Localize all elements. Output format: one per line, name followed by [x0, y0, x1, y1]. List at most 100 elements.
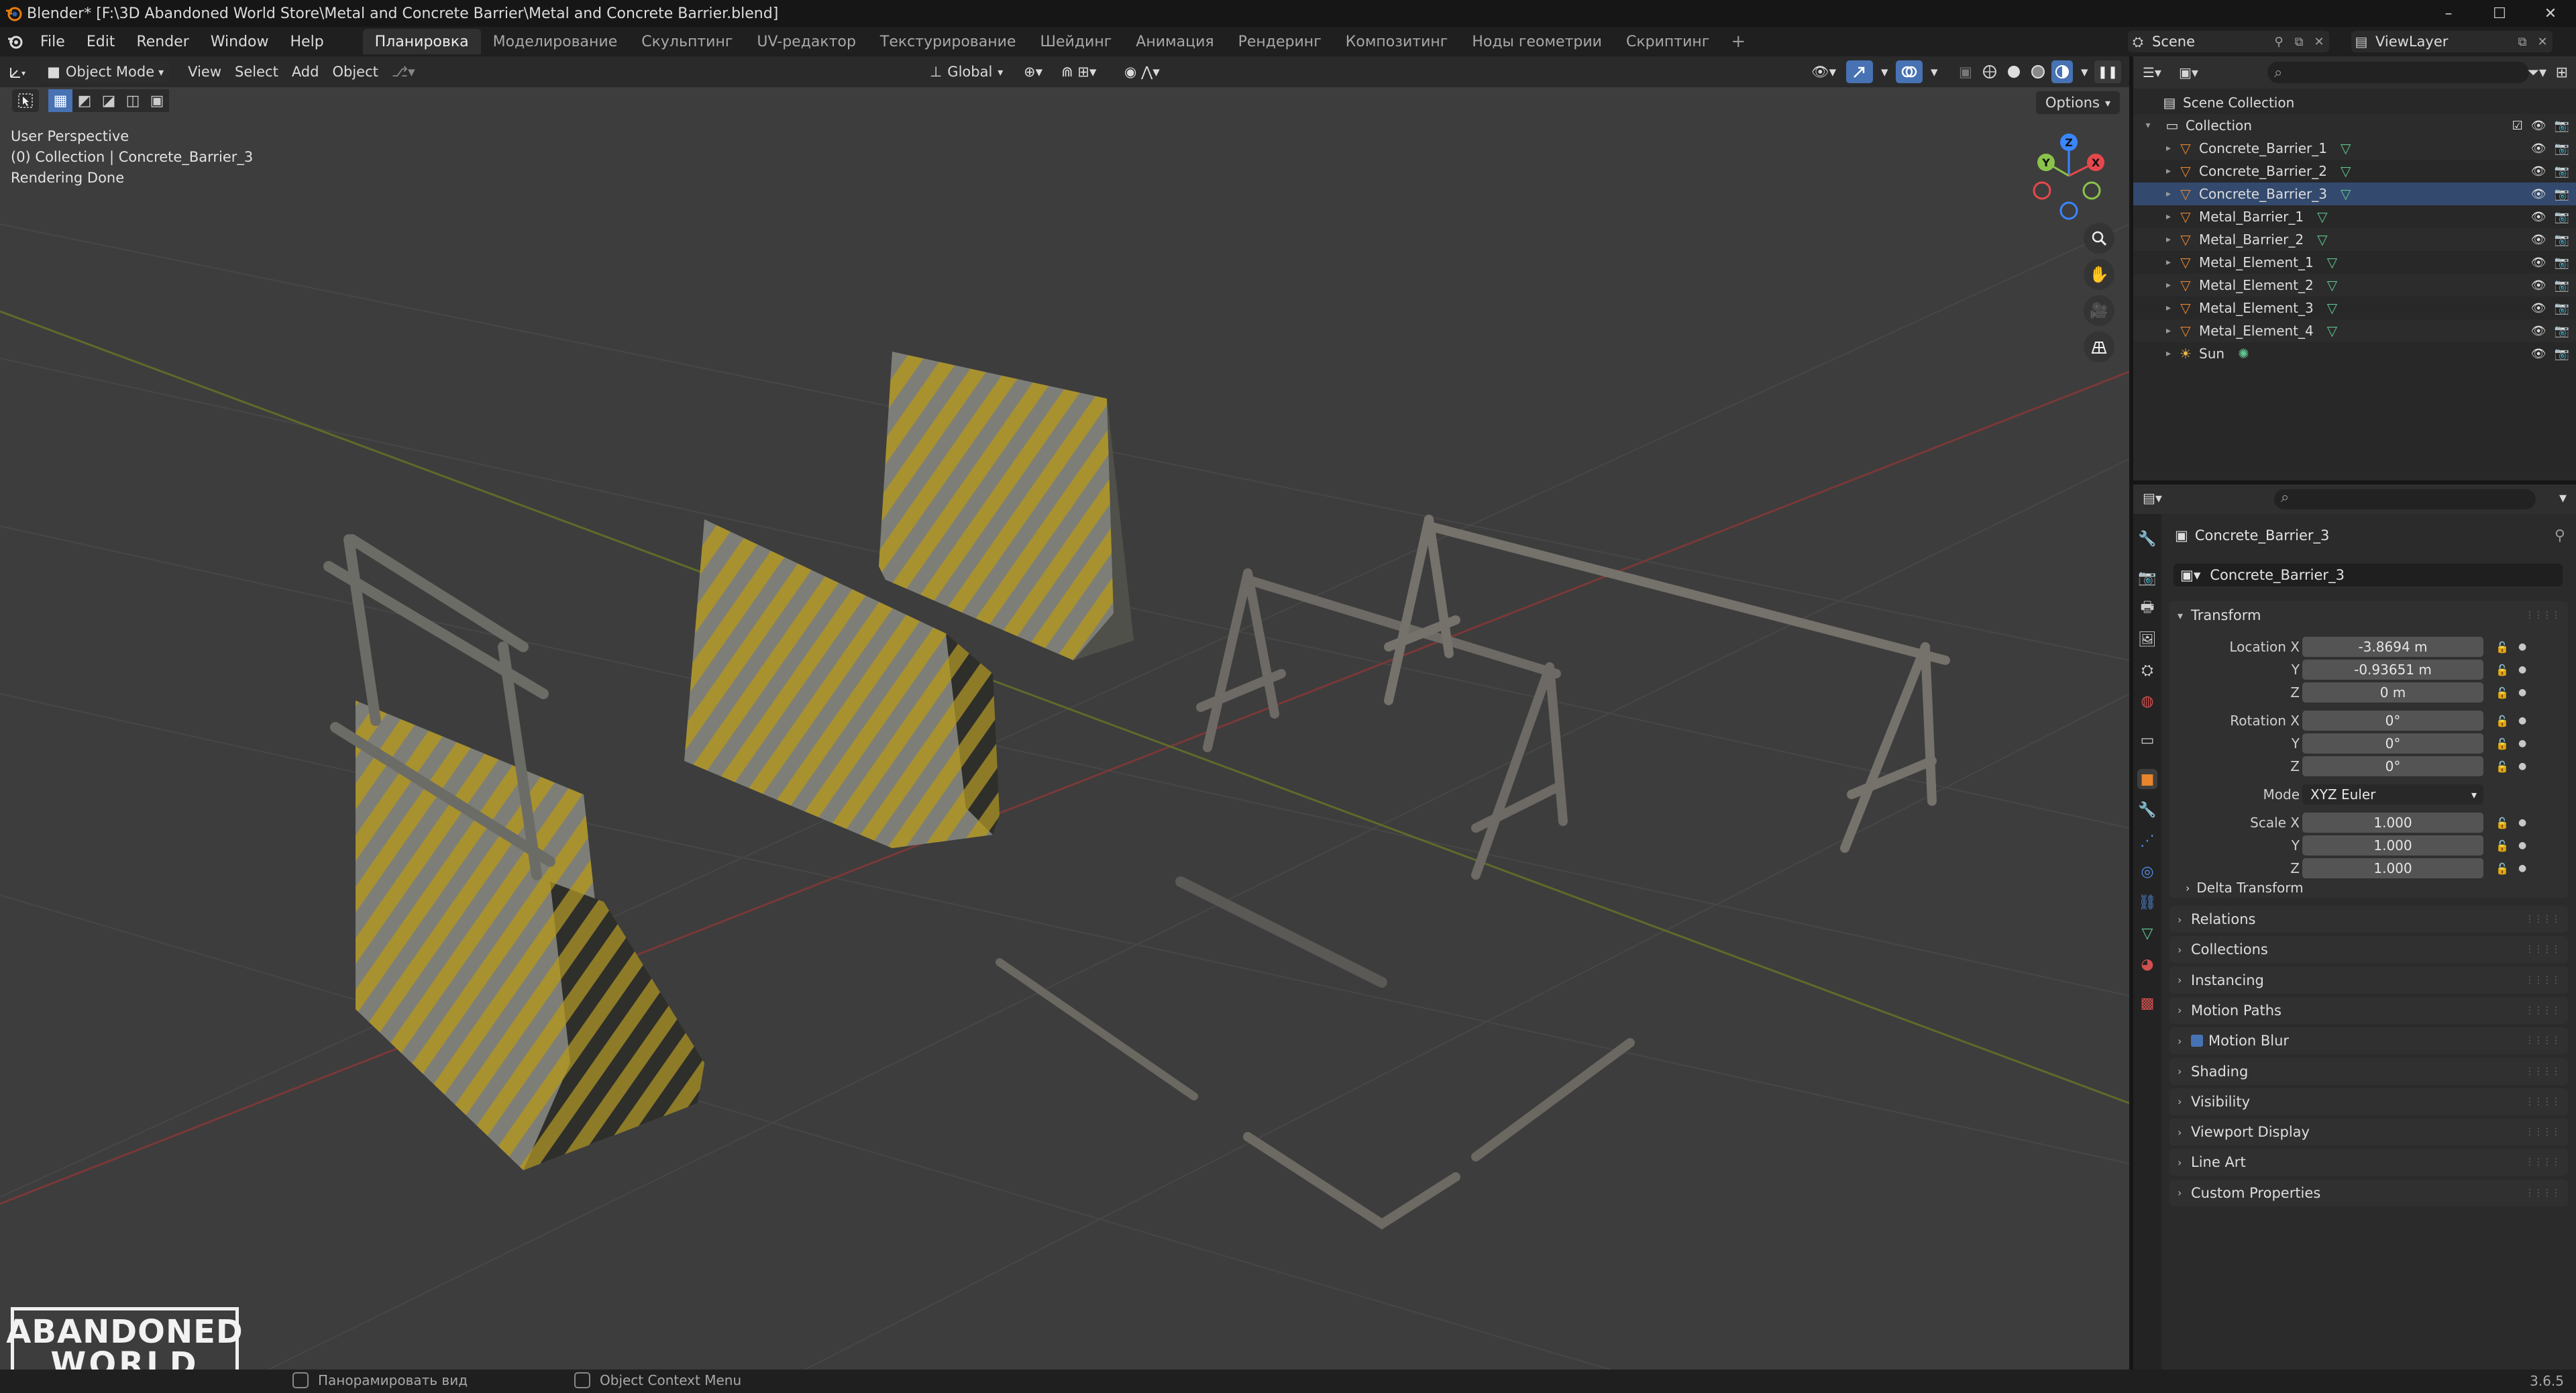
- close-button[interactable]: ✕: [2525, 0, 2576, 27]
- camera-icon[interactable]: 📷: [2555, 210, 2569, 224]
- eye-icon[interactable]: 👁: [2531, 187, 2546, 201]
- keyframe-dot-icon[interactable]: ●: [2518, 863, 2526, 874]
- eye-icon[interactable]: 👁: [2531, 233, 2546, 247]
- new-view-layer-icon[interactable]: ⧉: [2512, 35, 2532, 49]
- view-layer-selector[interactable]: ▤ ViewLayer ⧉ ✕: [2351, 31, 2553, 52]
- lock-icon[interactable]: 🔓: [2496, 641, 2509, 654]
- visibility-icon[interactable]: 👁▾: [1805, 60, 1843, 83]
- camera-icon[interactable]: 📷: [2555, 301, 2569, 315]
- particles-tab-icon[interactable]: ⋰: [2137, 831, 2157, 851]
- location-x-field[interactable]: -3.8694 m: [2302, 637, 2483, 657]
- chevron-right-icon[interactable]: ▸: [2133, 325, 2176, 336]
- material-tab-icon[interactable]: ◕: [2137, 954, 2157, 974]
- keyframe-dot-icon[interactable]: ●: [2518, 817, 2526, 828]
- outliner-row[interactable]: ▸ ▽ Metal_Element_1 ▽ 👁 📷: [2133, 251, 2576, 274]
- mesh-data-icon[interactable]: ▽: [2341, 186, 2351, 202]
- lock-icon[interactable]: 🔓: [2496, 664, 2509, 676]
- outliner-search-input[interactable]: ⌕: [2267, 62, 2529, 83]
- camera-icon[interactable]: 📷: [2555, 347, 2569, 361]
- mesh-data-icon[interactable]: ▽: [2341, 140, 2351, 156]
- pin-icon[interactable]: ⚲: [2555, 527, 2565, 544]
- outliner-row[interactable]: ▸ ▽ Metal_Barrier_2 ▽ 👁 📷: [2133, 228, 2576, 251]
- camera-view-icon[interactable]: 🎥: [2084, 295, 2114, 326]
- modifier-tab-icon[interactable]: 🔧: [2137, 800, 2157, 820]
- eye-icon[interactable]: 👁: [2531, 347, 2546, 361]
- rendered-shading-icon[interactable]: [2051, 60, 2073, 83]
- panel-header[interactable]: › Line Art ⋮⋮⋮⋮: [2169, 1149, 2568, 1176]
- chevron-right-icon[interactable]: ▸: [2133, 143, 2176, 154]
- chevron-right-icon[interactable]: ▸: [2133, 280, 2176, 291]
- collapsed-panel[interactable]: › Shading ⋮⋮⋮⋮: [2169, 1057, 2568, 1085]
- object-name-field[interactable]: ▣▾ Concrete_Barrier_3: [2174, 564, 2563, 586]
- chevron-down-icon[interactable]: ▾: [2559, 490, 2567, 507]
- lock-icon[interactable]: 🔓: [2496, 715, 2509, 727]
- mesh-data-icon[interactable]: ▽: [2317, 231, 2327, 248]
- drag-handle-icon[interactable]: ⋮⋮⋮⋮: [2525, 1127, 2561, 1137]
- chevron-right-icon[interactable]: ▸: [2133, 234, 2176, 245]
- outliner-item-label[interactable]: Sun: [2199, 346, 2224, 362]
- panel-header[interactable]: › Shading ⋮⋮⋮⋮: [2169, 1058, 2568, 1085]
- perspective-toggle-icon[interactable]: [2084, 331, 2114, 362]
- eye-icon[interactable]: 👁: [2531, 256, 2546, 270]
- transform-orientation-dropdown[interactable]: ⊥ Global ▾: [923, 60, 1010, 83]
- motion-blur-checkbox[interactable]: [2191, 1035, 2203, 1047]
- view-layer-name[interactable]: ViewLayer: [2371, 34, 2512, 50]
- drag-handle-icon[interactable]: ⋮⋮⋮⋮: [2525, 1096, 2561, 1107]
- menu-file[interactable]: File: [30, 27, 76, 56]
- keyframe-dot-icon[interactable]: ●: [2518, 738, 2526, 749]
- tab-texture-paint[interactable]: Текстурирование: [868, 29, 1028, 54]
- outliner-row[interactable]: ▸ ▽ Concrete_Barrier_1 ▽ 👁 📷: [2133, 137, 2576, 160]
- 3d-viewport[interactable]: ▾ ■ Object Mode ▾ View Select Add Object…: [0, 56, 2129, 1370]
- material-shading-icon[interactable]: [2027, 60, 2049, 83]
- menu-add[interactable]: Add: [285, 60, 326, 83]
- tab-modeling[interactable]: Моделирование: [481, 29, 630, 54]
- chevron-down-icon[interactable]: ▾: [2133, 120, 2163, 131]
- constraints-tab-icon[interactable]: ⛓: [2137, 892, 2157, 913]
- outliner-row[interactable]: ▸ ▽ Metal_Element_4 ▽ 👁 📷: [2133, 319, 2576, 342]
- pivot-point-icon[interactable]: ⊕▾: [1017, 60, 1049, 83]
- remove-view-layer-icon[interactable]: ✕: [2532, 35, 2553, 49]
- chevron-right-icon[interactable]: ▸: [2133, 348, 2176, 359]
- eye-icon[interactable]: 👁: [2531, 324, 2546, 338]
- light-data-icon[interactable]: ✺: [2238, 346, 2249, 362]
- properties-search-input[interactable]: ⌕: [2274, 489, 2536, 509]
- navigation-gizmo[interactable]: Z Y X: [2022, 129, 2116, 223]
- texture-tab-icon[interactable]: ▩: [2137, 993, 2157, 1013]
- xray-icon[interactable]: ▣: [1952, 60, 1979, 83]
- location-y-field[interactable]: -0.93651 m: [2302, 660, 2483, 680]
- chevron-right-icon[interactable]: ▸: [2133, 303, 2176, 313]
- object-mode-dropdown[interactable]: ■ Object Mode ▾: [40, 60, 171, 83]
- select-tool-icon[interactable]: [12, 89, 39, 112]
- outliner-item-label[interactable]: Metal_Element_4: [2199, 323, 2314, 339]
- outliner-item-label[interactable]: Metal_Element_3: [2199, 300, 2314, 316]
- new-scene-icon[interactable]: ⧉: [2289, 35, 2309, 49]
- collapsed-panel[interactable]: › Line Art ⋮⋮⋮⋮: [2169, 1149, 2568, 1176]
- scene-name[interactable]: Scene: [2148, 34, 2269, 50]
- editor-type-button[interactable]: ▾: [0, 60, 35, 83]
- tool-tab-icon[interactable]: 🔧: [2137, 529, 2157, 549]
- pan-hand-icon[interactable]: ✋: [2084, 259, 2114, 290]
- drag-handle-icon[interactable]: ⋮⋮⋮⋮: [2525, 1005, 2561, 1016]
- world-tab-icon[interactable]: ◍: [2137, 691, 2157, 711]
- outliner-row[interactable]: ▸ ▽ Metal_Barrier_1 ▽ 👁 📷: [2133, 205, 2576, 228]
- blender-menu-icon[interactable]: [0, 27, 30, 56]
- tab-shading[interactable]: Шейдинг: [1028, 29, 1124, 54]
- mesh-data-icon[interactable]: ▽: [2327, 323, 2337, 339]
- remove-scene-icon[interactable]: ✕: [2309, 35, 2329, 49]
- eye-icon[interactable]: 👁: [2531, 301, 2546, 315]
- snap-icon[interactable]: ⋒ ⊞▾: [1055, 60, 1103, 83]
- show-overlays-icon[interactable]: [1896, 60, 1923, 83]
- scale-x-field[interactable]: 1.000: [2302, 813, 2483, 833]
- drag-handle-icon[interactable]: ⋮⋮⋮⋮: [2525, 944, 2561, 955]
- keyframe-dot-icon[interactable]: ●: [2518, 687, 2526, 698]
- eye-icon[interactable]: 👁: [2531, 210, 2546, 224]
- display-mode-icon[interactable]: ▣▾: [2179, 64, 2198, 81]
- scale-y-field[interactable]: 1.000: [2302, 835, 2483, 856]
- delta-transform-subpanel[interactable]: › Delta Transform: [2186, 876, 2304, 899]
- outliner-item-label[interactable]: Metal_Element_1: [2199, 254, 2314, 270]
- tab-layout[interactable]: Планировка: [362, 29, 481, 54]
- minimize-button[interactable]: –: [2423, 0, 2474, 27]
- lock-icon[interactable]: 🔓: [2496, 839, 2509, 852]
- camera-icon[interactable]: 📷: [2555, 164, 2569, 178]
- camera-icon[interactable]: 📷: [2555, 324, 2569, 338]
